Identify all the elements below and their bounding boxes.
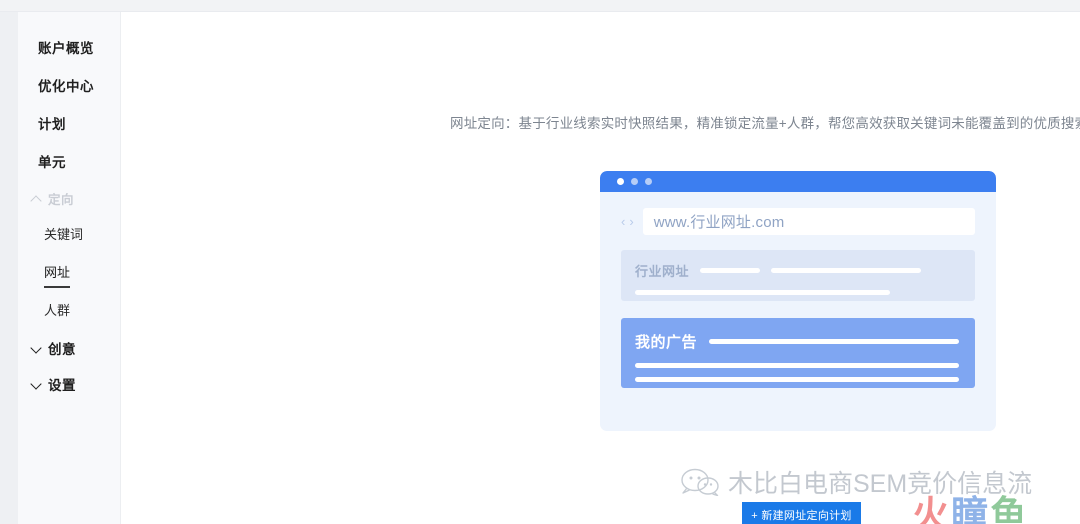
app-root: 账户概览 优化中心 计划 单元 定向 关键词 网址 人群 创意 设置 网址定向：… [0, 0, 1080, 524]
sidebar-group-label: 定向 [48, 192, 75, 207]
site-result-title: 行业网址 [635, 264, 690, 279]
page-headline: 网址定向：基于行业线索实时快照结果，精准锁定流量+人群，帮您高效获取关键词未能覆… [450, 116, 1080, 131]
sidebar-group-label: 创意 [48, 342, 76, 357]
top-strip [0, 0, 1080, 12]
sidebar-item-label: 人群 [44, 303, 71, 318]
sidebar-group-targeting[interactable]: 定向 [18, 180, 120, 216]
my-ad-panel: 我的广告 [621, 318, 975, 388]
chevron-down-icon [30, 342, 43, 355]
sidebar-item-unit[interactable]: 单元 [18, 142, 120, 180]
logo-char-1: 火 [912, 494, 951, 524]
chevron-down-icon [30, 378, 43, 391]
window-dot-icon [645, 178, 652, 185]
sidebar-item-audience[interactable]: 人群 [18, 292, 120, 330]
sidebar-item-keyword[interactable]: 关键词 [18, 216, 120, 254]
logo-char-3: 鱼 [990, 494, 1029, 524]
sidebar-item-plan[interactable]: 计划 [18, 104, 120, 142]
chevron-up-icon [30, 192, 43, 205]
sidebar-item-label: 账户概览 [38, 41, 94, 56]
main-content: 网址定向：基于行业线索实时快照结果，精准锁定流量+人群，帮您高效获取关键词未能覆… [122, 12, 1080, 524]
sidebar-group-creative[interactable]: 创意 [18, 330, 120, 366]
sidebar-item-account-overview[interactable]: 账户概览 [18, 28, 120, 66]
sidebar-item-label: 网址 [44, 262, 71, 288]
wechat-watermark: 木比白电商SEM竞价信息流 [680, 464, 1032, 500]
left-rail [0, 12, 18, 524]
browser-mock-body: ‹ › www.行业网址.com 行业网址 我的广告 [600, 192, 996, 388]
placeholder-bar [635, 290, 890, 295]
logo-char-2: 瞳 [951, 494, 990, 524]
sidebar-item-label: 单元 [38, 155, 66, 170]
browser-mock-illustration: ‹ › www.行业网址.com 行业网址 我的广告 [600, 171, 996, 431]
browser-mock-url-field: www.行业网址.com [642, 208, 975, 235]
sidebar-item-label: 关键词 [44, 227, 84, 242]
create-url-targeting-plan-button[interactable]: + 新建网址定向计划 [742, 502, 861, 524]
site-result-panel: 行业网址 [621, 250, 975, 301]
brand-logo-watermark: 火瞳鱼 [912, 496, 1029, 524]
my-ad-title: 我的广告 [635, 334, 698, 351]
sidebar-item-label: 优化中心 [38, 79, 94, 94]
nav-arrows: ‹ › [621, 215, 634, 228]
sidebar-group-settings[interactable]: 设置 [18, 366, 120, 402]
forward-arrow-icon: › [629, 214, 634, 229]
window-dot-icon [631, 178, 638, 185]
sidebar: 账户概览 优化中心 计划 单元 定向 关键词 网址 人群 创意 设置 [18, 12, 121, 524]
back-arrow-icon: ‹ [621, 214, 626, 229]
placeholder-bar [635, 363, 959, 368]
sidebar-group-label: 设置 [48, 378, 76, 393]
sidebar-item-url[interactable]: 网址 [18, 254, 120, 292]
wechat-icon [681, 468, 719, 496]
sidebar-item-optimization-center[interactable]: 优化中心 [18, 66, 120, 104]
sidebar-item-label: 计划 [38, 117, 66, 132]
wechat-watermark-text: 木比白电商SEM竞价信息流 [728, 470, 1033, 498]
browser-mock-urlrow: ‹ › www.行业网址.com [621, 208, 975, 235]
placeholder-bar [700, 268, 761, 273]
placeholder-bar [635, 377, 959, 382]
placeholder-bar [709, 339, 959, 344]
browser-mock-titlebar [600, 171, 996, 192]
placeholder-bar [771, 268, 922, 273]
window-dot-icon [617, 178, 624, 185]
